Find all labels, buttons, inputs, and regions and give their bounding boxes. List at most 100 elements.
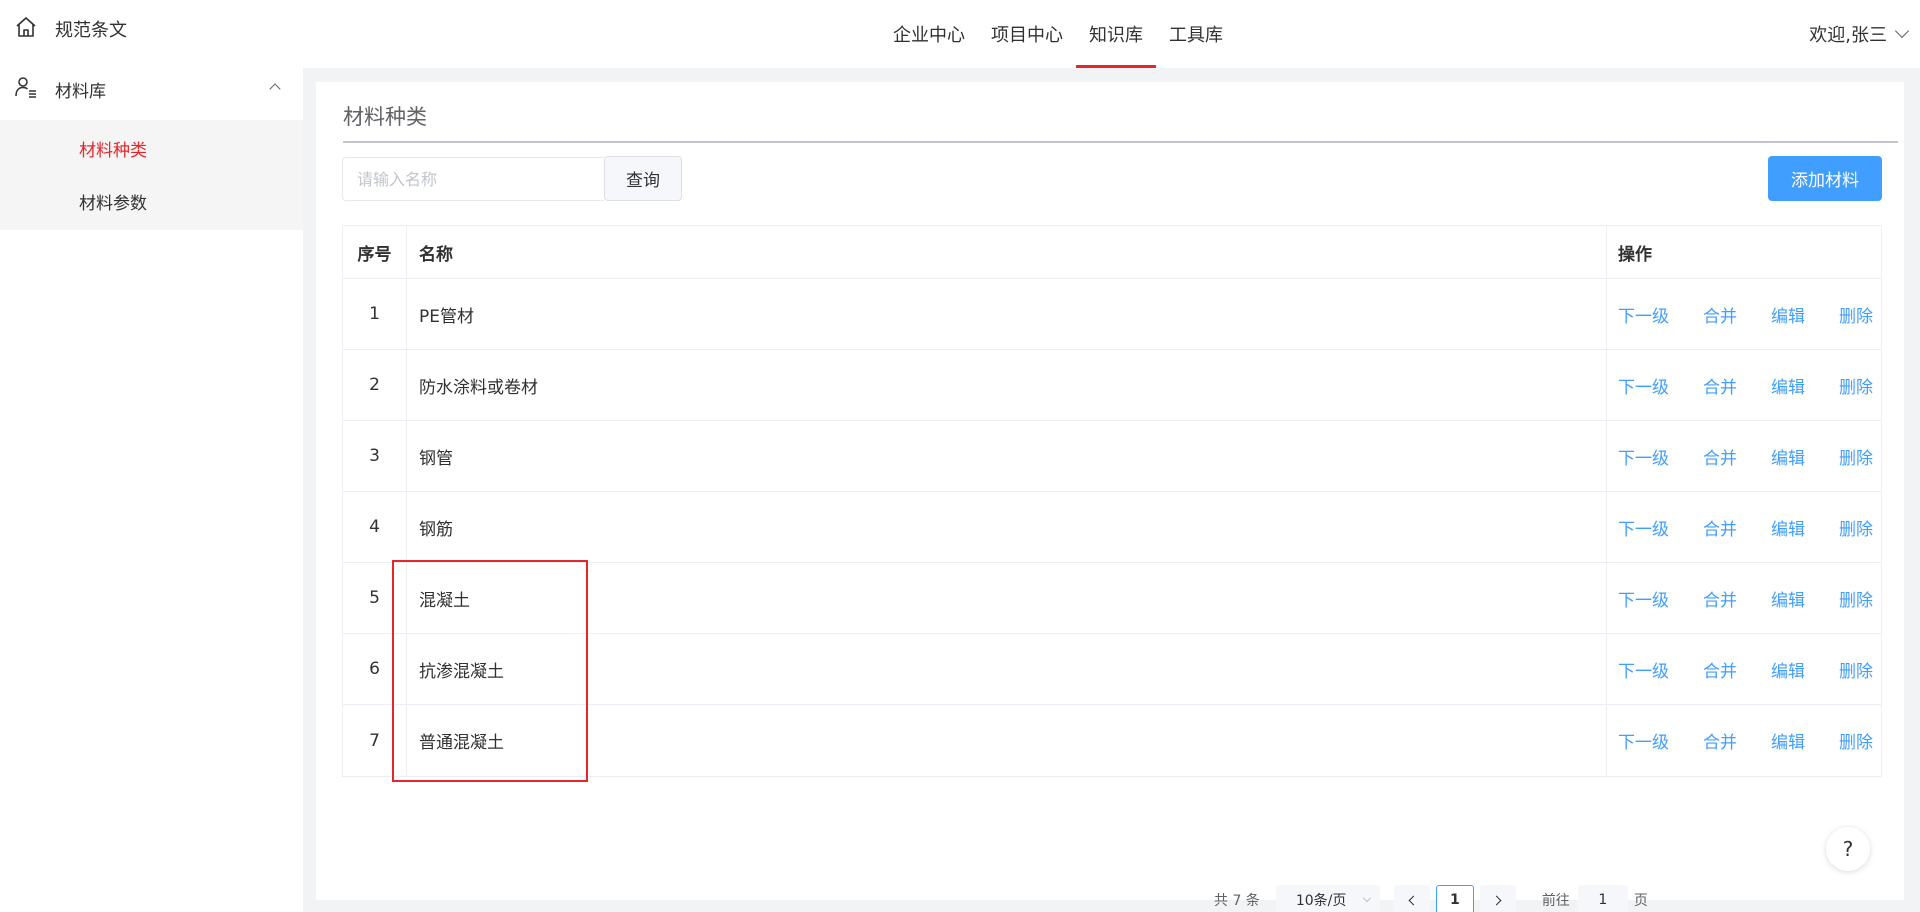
row-name: 普通混凝土 [407,705,1607,776]
search-input[interactable] [342,157,604,201]
page-title: 材料种类 [343,105,427,129]
row-index: 6 [343,634,407,704]
edit-link[interactable]: 编辑 [1771,728,1805,753]
edit-link[interactable]: 编辑 [1771,515,1805,540]
table-body: 1 PE管材 下一级 合并 编辑 删除 2 防水涂料或卷材 下一级 合并 编辑 删除 3 钢管 下一级 合并编… [343,279,1881,776]
chevron-left-icon [1408,895,1419,905]
goto-label: 前往 [1541,893,1570,909]
sidebar-submenu: 材料种类 材料参数 [0,120,303,230]
row-name: 钢管 [407,421,1607,491]
next-level-link[interactable]: 下一级 [1618,586,1669,611]
materials-table: 序号 名称 操作 1 PE管材 下一级 合并 编辑 删除 2 防水涂料或卷材 下一级 合并 编辑 删除… [342,225,1882,777]
merge-link[interactable]: 合并 [1703,515,1737,540]
row-index: 1 [343,279,407,349]
row-actions: 下一级 合并 编辑 删除 [1607,492,1881,562]
table-header: 序号 名称 操作 [343,226,1881,279]
column-header-index: 序号 [343,226,407,278]
search-button[interactable]: 查询 [604,156,682,201]
row-index: 4 [343,492,407,562]
chevron-down-icon [1362,893,1372,903]
next-level-link[interactable]: 下一级 [1618,373,1669,398]
edit-link[interactable]: 编辑 [1771,586,1805,611]
row-name: 抗渗混凝土 [407,634,1607,704]
column-header-name: 名称 [407,226,1607,278]
row-index: 7 [343,705,407,776]
page-number-current[interactable]: 1 [1435,885,1474,912]
row-actions: 下一级 合并 编辑 删除 [1607,634,1881,704]
home-icon [14,15,38,44]
table-row: 7 普通混凝土 下一级 合并 编辑 删除 [343,705,1881,776]
merge-link[interactable]: 合并 [1703,373,1737,398]
delete-link[interactable]: 删除 [1839,657,1873,682]
edit-link[interactable]: 编辑 [1771,373,1805,398]
nav-project-center[interactable]: 项目中心 [978,0,1076,68]
delete-link[interactable]: 删除 [1839,373,1873,398]
sidebar: 规范条文 材料库 材料种类 材料参数 [0,0,303,912]
row-name: 混凝土 [407,563,1607,633]
next-level-link[interactable]: 下一级 [1618,657,1669,682]
table-row: 4 钢筋 下一级 合并 编辑 删除 [343,492,1881,563]
page-size-value: 10条/页 [1295,893,1347,909]
next-level-link[interactable]: 下一级 [1618,444,1669,469]
row-actions: 下一级 合并 编辑 删除 [1607,279,1881,349]
edit-link[interactable]: 编辑 [1771,444,1805,469]
row-name: 防水涂料或卷材 [407,350,1607,420]
row-actions: 下一级 合并 编辑 删除 [1607,421,1881,491]
prev-page-button[interactable] [1393,885,1430,912]
row-index: 2 [343,350,407,420]
nav-tool-library[interactable]: 工具库 [1156,0,1236,68]
merge-link[interactable]: 合并 [1703,728,1737,753]
add-material-button[interactable]: 添加材料 [1768,156,1882,201]
merge-link[interactable]: 合并 [1703,302,1737,327]
delete-link[interactable]: 删除 [1839,302,1873,327]
user-menu[interactable]: 欢迎,张三 [1809,0,1910,68]
table-row: 5 混凝土 下一级 合并 编辑 删除 [343,563,1881,634]
row-name: PE管材 [407,279,1607,349]
delete-link[interactable]: 删除 [1839,728,1873,753]
title-divider [343,141,1898,143]
row-actions: 下一级 合并 编辑 删除 [1607,563,1881,633]
sidebar-group-label: 材料库 [55,81,106,102]
row-actions: 下一级 合并 编辑 删除 [1607,350,1881,420]
next-level-link[interactable]: 下一级 [1618,302,1669,327]
chevron-up-icon [269,83,281,95]
edit-link[interactable]: 编辑 [1771,302,1805,327]
row-actions: 下一级 合并 编辑 删除 [1607,705,1881,776]
merge-link[interactable]: 合并 [1703,657,1737,682]
delete-link[interactable]: 删除 [1839,586,1873,611]
user-greeting: 欢迎,张三 [1809,25,1887,46]
page-size-select[interactable]: 10条/页 [1275,885,1380,912]
edit-link[interactable]: 编辑 [1771,657,1805,682]
column-header-actions: 操作 [1618,244,1652,265]
pagination: 共 7 条 10条/页 1 前往 页 [1214,885,1648,912]
delete-link[interactable]: 删除 [1839,444,1873,469]
table-row: 2 防水涂料或卷材 下一级 合并 编辑 删除 [343,350,1881,421]
next-level-link[interactable]: 下一级 [1618,728,1669,753]
question-icon: ? [1842,837,1854,861]
nav-knowledge-base[interactable]: 知识库 [1076,0,1156,68]
sidebar-group-materials[interactable]: 材料库 [0,58,303,120]
sidebar-item-regulations[interactable]: 规范条文 [0,0,303,58]
next-level-link[interactable]: 下一级 [1618,515,1669,540]
sidebar-item-label: 规范条文 [55,20,127,41]
row-index: 3 [343,421,407,491]
pagination-total: 共 7 条 [1214,893,1260,909]
nav-enterprise-center[interactable]: 企业中心 [880,0,978,68]
user-list-icon [14,75,38,104]
table-row: 1 PE管材 下一级 合并 编辑 删除 [343,279,1881,350]
table-row: 6 抗渗混凝土 下一级 合并 编辑 删除 [343,634,1881,705]
sidebar-item-material-types[interactable]: 材料种类 [0,122,303,175]
delete-link[interactable]: 删除 [1839,515,1873,540]
row-name: 钢筋 [407,492,1607,562]
help-button[interactable]: ? [1826,827,1870,871]
chevron-right-icon [1491,895,1502,905]
goto-page-input[interactable] [1577,885,1628,912]
page-suffix: 页 [1633,893,1648,909]
chevron-down-icon [1894,23,1910,39]
next-page-button[interactable] [1479,885,1516,912]
row-index: 5 [343,563,407,633]
merge-link[interactable]: 合并 [1703,586,1737,611]
merge-link[interactable]: 合并 [1703,444,1737,469]
top-nav: 企业中心 项目中心 知识库 工具库 [880,0,1236,68]
sidebar-item-material-params[interactable]: 材料参数 [0,175,303,228]
